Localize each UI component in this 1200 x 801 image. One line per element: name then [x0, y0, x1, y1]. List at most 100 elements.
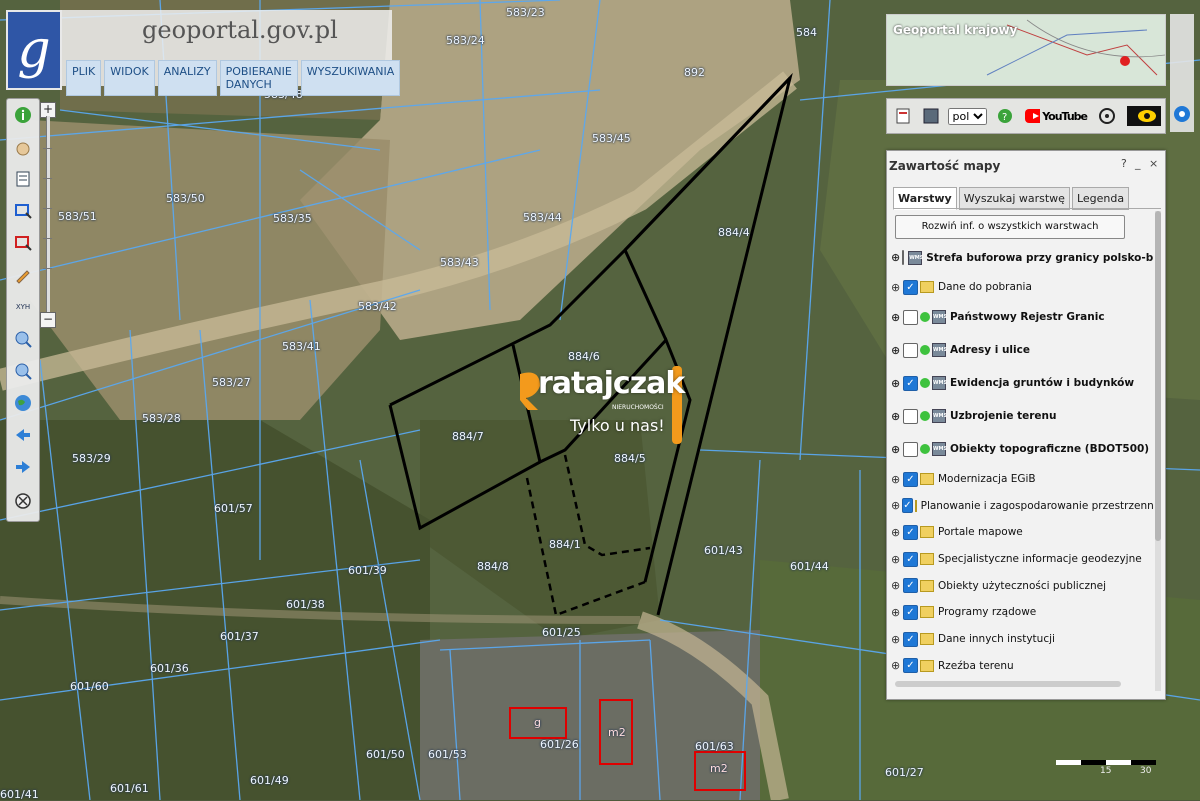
main-menu: PLIK WIDOK ANALIZY POBIERANIE DANYCH WYS… [66, 60, 401, 96]
legend-icon[interactable] [13, 169, 33, 189]
print-icon[interactable] [893, 106, 913, 126]
back-arrow-icon[interactable] [13, 425, 33, 445]
menu-widok[interactable]: WIDOK [104, 60, 155, 96]
layer-row[interactable]: ⊕ ✓ Obiekty użyteczności publicznej [891, 572, 1153, 599]
expand-icon[interactable]: ⊕ [891, 344, 901, 357]
compass-icon[interactable] [13, 491, 33, 511]
help-icon[interactable]: ? [995, 106, 1015, 126]
layer-checkbox[interactable] [903, 309, 918, 325]
layer-checkbox[interactable]: ✓ [903, 658, 918, 674]
menu-analizy[interactable]: ANALIZY [157, 60, 217, 96]
tab-wyszukaj-warstwe[interactable]: Wyszukaj warstwę [958, 187, 1070, 210]
status-dot-icon [920, 411, 930, 422]
layer-row[interactable]: ⊕ ✓ Dane do pobrania [891, 274, 1153, 301]
scale-label: 15 [1100, 766, 1112, 776]
layer-row[interactable]: ⊕ WMS Strefa buforowa przy granicy polsko-… [891, 241, 1153, 274]
layer-checkbox[interactable]: ✓ [903, 375, 918, 391]
watermark-sub: NIERUCHOMOŚCI [612, 404, 664, 411]
select-clear-icon[interactable] [13, 233, 33, 253]
expand-icon[interactable]: ⊕ [891, 606, 901, 619]
menu-pobieranie-danych[interactable]: POBIERANIE DANYCH [219, 60, 298, 96]
zoom-track[interactable] [46, 116, 50, 312]
globe-icon[interactable] [13, 393, 33, 413]
expand-icon[interactable]: ⊕ [891, 526, 901, 539]
layer-label: Rzeźba terenu [938, 659, 1014, 672]
expand-icon[interactable]: ⊕ [891, 311, 901, 324]
top-toolbar: pol ? YouTube [886, 98, 1166, 134]
layer-row[interactable]: ⊕ ✓ Planowanie i zagospodarowanie przestrz… [891, 492, 1153, 519]
expand-icon[interactable]: ⊕ [891, 499, 900, 512]
layer-checkbox[interactable]: ✓ [903, 631, 918, 647]
expand-icon[interactable]: ⊕ [891, 377, 901, 390]
layer-row[interactable]: ⊕ ✓ Rzeźba terenu [891, 653, 1153, 680]
youtube-link[interactable]: YouTube [1025, 106, 1088, 126]
layer-checkbox[interactable]: ✓ [903, 471, 918, 487]
layer-checkbox[interactable]: ✓ [903, 578, 918, 594]
layer-row[interactable]: ⊕ ✓ Programy rządowe [891, 599, 1153, 626]
layer-label: Programy rządowe [938, 606, 1037, 619]
help-button[interactable]: ? [1121, 157, 1127, 170]
folder-icon [920, 659, 934, 672]
expand-icon[interactable]: ⊕ [891, 443, 901, 456]
pencil-icon[interactable] [13, 265, 33, 285]
scrollbar-thumb[interactable] [1155, 211, 1161, 541]
xyh-icon[interactable]: XYH [13, 297, 33, 317]
layer-row[interactable]: ⊕ WMS Adresy i ulice [891, 334, 1153, 367]
overview-map[interactable]: Geoportal krajowy [886, 14, 1166, 86]
layer-checkbox[interactable] [903, 342, 918, 358]
expand-icon[interactable]: ⊕ [891, 281, 901, 294]
tab-legenda[interactable]: Legenda [1071, 187, 1130, 210]
expand-icon[interactable]: ⊕ [891, 553, 901, 566]
layer-checkbox[interactable]: ✓ [902, 498, 913, 514]
tab-warstwy[interactable]: Warstwy [893, 187, 957, 210]
settings-icon[interactable] [1097, 106, 1117, 126]
horizontal-scrollbar[interactable] [895, 681, 1121, 687]
zoom-in-icon[interactable] [13, 329, 33, 349]
parcel-label: 601/53 [428, 748, 467, 761]
layer-checkbox[interactable] [903, 408, 918, 424]
status-dot-icon [920, 444, 930, 455]
expand-icon[interactable]: ⊕ [891, 659, 901, 672]
menu-wyszukiwania[interactable]: WYSZUKIWANIA [300, 60, 401, 96]
side-panel-tab[interactable] [1170, 14, 1194, 132]
vertical-scrollbar[interactable] [1155, 211, 1161, 691]
layer-row[interactable]: ⊕ ✓ Dane innych instytucji [891, 626, 1153, 653]
select-rect-icon[interactable] [13, 201, 33, 221]
geoportal-logo[interactable]: g [6, 10, 62, 90]
parcel-label: 884/7 [452, 430, 484, 443]
wms-icon[interactable] [921, 106, 941, 126]
layer-row[interactable]: ⊕ ✓ WMS Ewidencja gruntów i budynków [891, 367, 1153, 400]
zoom-out-icon[interactable] [13, 361, 33, 381]
expand-icon[interactable]: ⊕ [891, 473, 901, 486]
expand-icon[interactable]: ⊕ [891, 410, 901, 423]
expand-icon[interactable]: ⊕ [891, 633, 901, 646]
zoom-minus-button[interactable]: − [40, 312, 56, 328]
menu-plik[interactable]: PLIK [66, 60, 102, 96]
layer-row[interactable]: ⊕ WMS Obiekty topograficzne (BDOT500) [891, 433, 1153, 466]
info-icon[interactable] [13, 105, 33, 125]
minimize-button[interactable]: _ [1135, 157, 1141, 170]
layer-row[interactable]: ⊕ WMS Uzbrojenie terenu [891, 400, 1153, 433]
svg-text:?: ? [1002, 112, 1007, 123]
expand-icon[interactable]: ⊕ [891, 579, 901, 592]
expand-icon[interactable]: ⊕ [891, 251, 900, 264]
layer-row[interactable]: ⊕ ✓ Specjalistyczne informacje geodezyjne [891, 546, 1153, 573]
hand-pan-icon[interactable] [13, 137, 33, 157]
layer-checkbox[interactable]: ✓ [903, 279, 918, 295]
layer-checkbox[interactable] [902, 250, 905, 265]
layer-row[interactable]: ⊕ WMS Państwowy Rejestr Granic [891, 301, 1153, 334]
layer-checkbox[interactable]: ✓ [903, 524, 918, 540]
zoom-tick [43, 238, 52, 239]
layer-checkbox[interactable] [903, 441, 918, 457]
forward-arrow-icon[interactable] [13, 457, 33, 477]
accessibility-icon[interactable] [1127, 106, 1161, 126]
language-select[interactable]: pol [947, 107, 987, 125]
layer-row[interactable]: ⊕ ✓ Modernizacja EGiB [891, 466, 1153, 493]
expand-all-button[interactable]: Rozwiń inf. o wszystkich warstwach [895, 215, 1125, 239]
zoom-slider[interactable]: + − [40, 98, 56, 334]
close-button[interactable]: × [1149, 157, 1158, 170]
layer-checkbox[interactable]: ✓ [903, 551, 918, 567]
layer-checkbox[interactable]: ✓ [903, 604, 918, 620]
layer-row[interactable]: ⊕ ✓ Portale mapowe [891, 519, 1153, 546]
parcel-label: 884/5 [614, 452, 646, 465]
